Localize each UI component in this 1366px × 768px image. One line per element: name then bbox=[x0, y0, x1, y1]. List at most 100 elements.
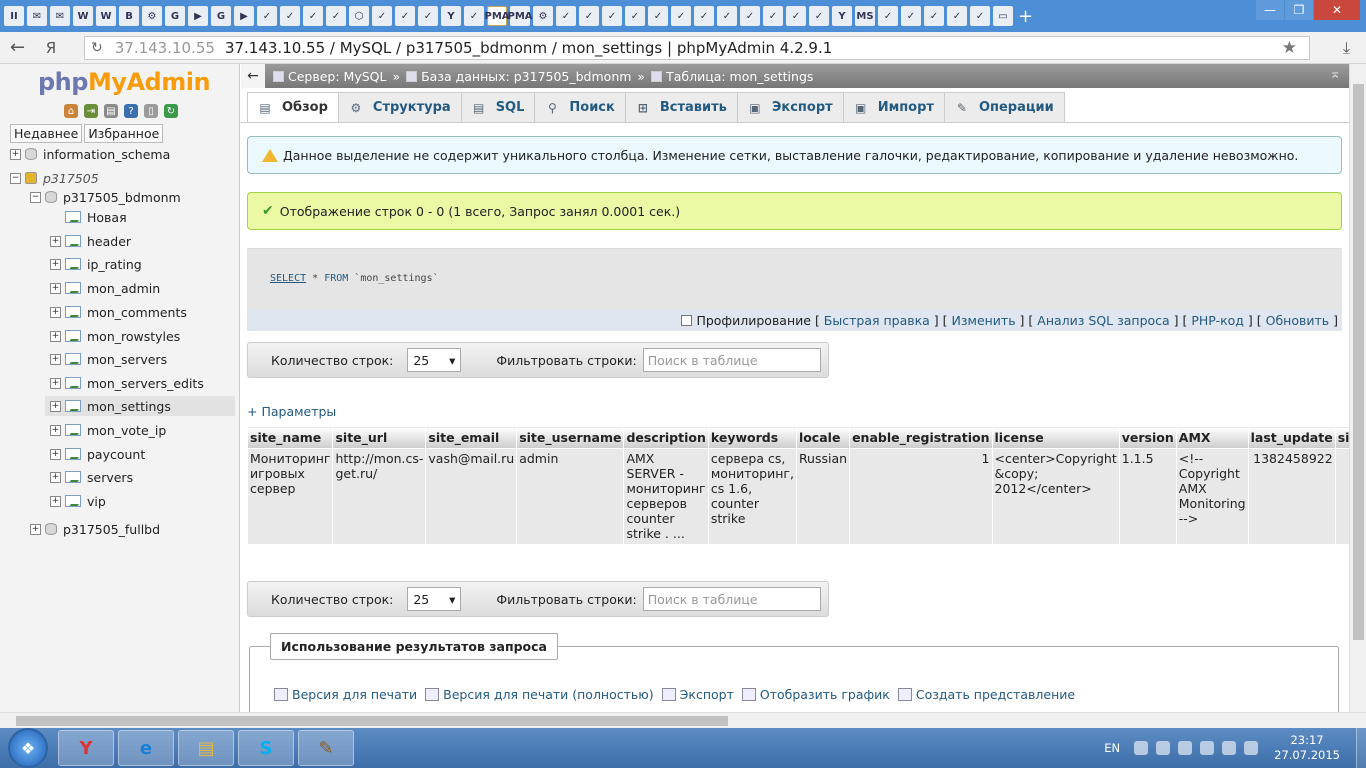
column-header[interactable]: site_name bbox=[246, 426, 334, 449]
vertical-scroll-thumb[interactable] bbox=[1353, 84, 1364, 640]
table-cell[interactable]: сервера cs, мониторинг, cs 1.6, counter … bbox=[707, 448, 797, 545]
vertical-scrollbar[interactable] bbox=[1349, 64, 1366, 712]
browser-tab[interactable]: ▶ bbox=[188, 6, 208, 26]
expand-icon[interactable]: + bbox=[50, 235, 61, 247]
collapse-icon[interactable]: − bbox=[10, 172, 21, 184]
query-result-link[interactable]: Версия для печати (полностью) bbox=[425, 687, 654, 702]
browser-tab[interactable]: ✉ bbox=[27, 6, 47, 26]
browser-tab[interactable]: ✓ bbox=[717, 6, 737, 26]
crumb-table[interactable]: Таблица: mon_settings bbox=[651, 69, 813, 84]
profiling-checkbox[interactable] bbox=[681, 314, 693, 326]
browser-tab[interactable]: ✓ bbox=[372, 6, 392, 26]
table-cell[interactable]: 1 bbox=[849, 448, 993, 545]
browser-tab[interactable]: ✓ bbox=[418, 6, 438, 26]
query-result-link[interactable]: Отобразить график bbox=[741, 687, 890, 702]
table-cell[interactable]: Russian bbox=[795, 448, 851, 545]
home-icon[interactable]: ⌂ bbox=[64, 104, 78, 118]
column-header[interactable]: site_email bbox=[425, 426, 518, 449]
column-header[interactable]: site_url bbox=[332, 426, 427, 449]
collapse-icon[interactable]: − bbox=[30, 191, 41, 203]
browser-tab[interactable]: ✓ bbox=[878, 6, 898, 26]
help-icon[interactable]: ? bbox=[124, 104, 138, 118]
refresh-link[interactable]: Обновить bbox=[1266, 313, 1330, 328]
column-header[interactable]: site_username bbox=[516, 426, 625, 449]
analyze-sql-link[interactable]: Анализ SQL запроса bbox=[1037, 313, 1169, 328]
table-cell[interactable]: AMX SERVER - мониторинг серверов counter… bbox=[623, 448, 709, 545]
tree-item-servers[interactable]: + servers bbox=[50, 467, 133, 487]
crumb-database[interactable]: База данных: p317505_bdmonm bbox=[406, 69, 631, 84]
browser-tab[interactable]: ✓ bbox=[395, 6, 415, 26]
new-tab-button[interactable]: + bbox=[1018, 6, 1033, 27]
filter-rows-input[interactable]: Поиск в таблице bbox=[642, 587, 821, 611]
browser-tab[interactable]: PMA bbox=[484, 6, 510, 26]
browser-tab[interactable]: II bbox=[4, 6, 24, 26]
browser-tab[interactable]: W bbox=[96, 6, 116, 26]
browser-tab[interactable]: ✓ bbox=[924, 6, 944, 26]
sql-query-icon[interactable]: ▤ bbox=[104, 104, 118, 118]
column-header[interactable]: keywords bbox=[707, 426, 797, 449]
edit-link[interactable]: Изменить bbox=[952, 313, 1016, 328]
reload-icon[interactable]: ↻ bbox=[91, 40, 103, 56]
tab-Операции[interactable]: ✎ Операции bbox=[943, 92, 1065, 122]
tab-Поиск[interactable]: ⚲ Поиск bbox=[534, 92, 626, 122]
browser-tab[interactable]: ⚙ bbox=[533, 6, 553, 26]
browser-tab[interactable]: ⚙ bbox=[142, 6, 162, 26]
restore-button[interactable]: ❐ bbox=[1285, 0, 1313, 20]
expand-icon[interactable]: + bbox=[50, 400, 61, 412]
browser-tab[interactable]: ✓ bbox=[809, 6, 829, 26]
tab-SQL[interactable]: ▤ SQL bbox=[460, 92, 536, 122]
browser-tab[interactable]: ✉ bbox=[50, 6, 70, 26]
browser-tab[interactable]: ✓ bbox=[694, 6, 714, 26]
query-result-link[interactable]: Экспорт bbox=[661, 687, 734, 702]
tab-Вставить[interactable]: ⊞ Вставить bbox=[624, 92, 738, 122]
tree-item-information_schema[interactable]: + information_schema bbox=[10, 144, 170, 164]
yandex-button[interactable]: Я bbox=[36, 39, 66, 57]
docs-icon[interactable]: ▯ bbox=[144, 104, 158, 118]
browser-tab[interactable]: Y bbox=[441, 6, 461, 26]
horizontal-scrollbar[interactable] bbox=[0, 712, 1366, 728]
browser-tab[interactable]: ✓ bbox=[326, 6, 346, 26]
tree-item-mon_settings[interactable]: + mon_settings bbox=[45, 396, 235, 416]
rows-count-select[interactable]: 25 ▾ bbox=[407, 348, 462, 372]
browser-tab[interactable]: ✓ bbox=[602, 6, 622, 26]
exit-icon[interactable]: ⇥ bbox=[84, 104, 98, 118]
crumb-server[interactable]: Сервер: MySQL bbox=[273, 69, 386, 84]
expand-icon[interactable]: + bbox=[50, 306, 61, 318]
close-button[interactable]: ✕ bbox=[1314, 0, 1360, 20]
horizontal-scroll-thumb[interactable] bbox=[16, 716, 728, 726]
column-header[interactable]: license bbox=[991, 426, 1120, 449]
expand-icon[interactable]: + bbox=[50, 448, 61, 460]
explorer-icon[interactable]: ▤ bbox=[178, 730, 234, 766]
table-cell[interactable]: http://mon.cs-get.ru/ bbox=[332, 448, 427, 545]
tree-item-mon_servers_edits[interactable]: + mon_servers_edits bbox=[50, 373, 204, 393]
expand-icon[interactable]: + bbox=[30, 523, 41, 535]
browser-tab[interactable]: G bbox=[211, 6, 231, 26]
yandex-browser-icon[interactable]: Y bbox=[58, 730, 114, 766]
table-cell[interactable] bbox=[1334, 448, 1349, 545]
tree-item-header[interactable]: + header bbox=[50, 231, 131, 251]
column-header[interactable]: version bbox=[1118, 426, 1177, 449]
column-header[interactable]: last_update bbox=[1247, 426, 1336, 449]
browser-tab[interactable]: ✓ bbox=[280, 6, 300, 26]
parameters-link[interactable]: + Параметры bbox=[247, 404, 336, 419]
reload-nav-icon[interactable]: ↻ bbox=[164, 104, 178, 118]
column-header[interactable]: site_c bbox=[1334, 426, 1349, 449]
tree-item-paycount[interactable]: + paycount bbox=[50, 444, 145, 464]
browser-tab[interactable]: W bbox=[73, 6, 93, 26]
browser-tab[interactable]: ✓ bbox=[257, 6, 277, 26]
browser-tab[interactable]: ✓ bbox=[464, 6, 484, 26]
browser-tab[interactable]: ⬡ bbox=[349, 6, 369, 26]
expand-icon[interactable]: + bbox=[10, 148, 21, 160]
tree-item-mon_comments[interactable]: + mon_comments bbox=[50, 302, 187, 322]
start-button[interactable]: ❖ bbox=[8, 728, 48, 768]
table-cell[interactable]: <center>Copyright &copy; 2012</center> bbox=[991, 448, 1120, 545]
php-code-link[interactable]: PHP-код bbox=[1191, 313, 1244, 328]
column-header[interactable]: description bbox=[623, 426, 709, 449]
query-result-link[interactable]: Создать представление bbox=[897, 687, 1075, 702]
browser-tab[interactable]: MS bbox=[855, 6, 875, 26]
browser-tab[interactable]: ✓ bbox=[625, 6, 645, 26]
browser-tab[interactable]: Y bbox=[832, 6, 852, 26]
browser-tab[interactable]: ▶ bbox=[234, 6, 254, 26]
browser-tab[interactable]: G bbox=[165, 6, 185, 26]
skype-icon[interactable]: S bbox=[238, 730, 294, 766]
